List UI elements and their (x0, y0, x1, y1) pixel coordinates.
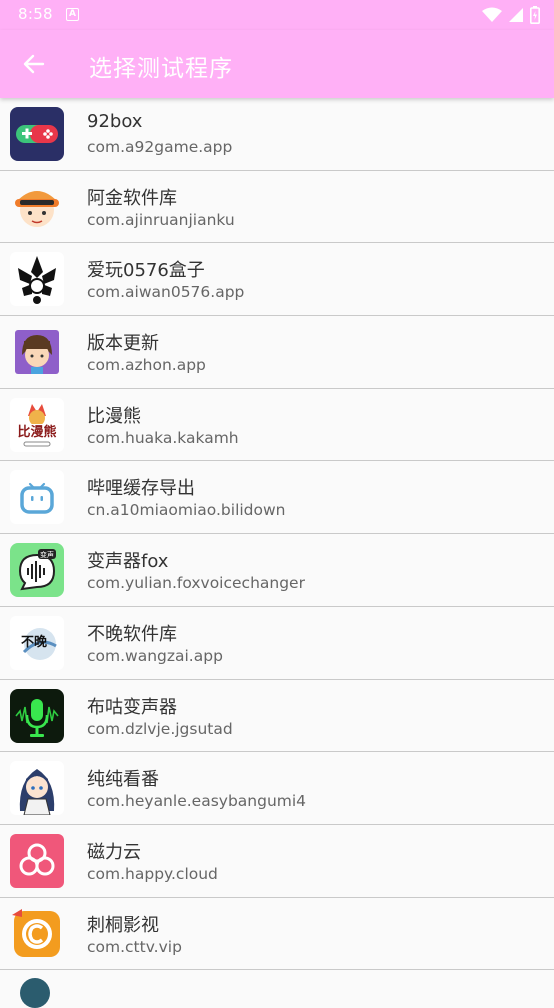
app-list: 92box com.a92game.app 阿金软件库 com.ajinruan… (0, 98, 554, 971)
app-package: com.dzlvje.jgsutad (87, 719, 233, 738)
list-item[interactable]: 阿金软件库 com.ajinruanjianku (0, 171, 554, 244)
app-package: com.wangzai.app (87, 646, 223, 665)
svg-text:比漫熊: 比漫熊 (17, 424, 56, 440)
svg-text:不晚: 不晚 (21, 634, 47, 650)
list-item[interactable]: 变声 变声器fox com.yulian.foxvoicechanger (0, 534, 554, 607)
app-package: com.aiwan0576.app (87, 283, 245, 302)
app-name: 比漫熊 (87, 405, 141, 427)
app-name: 不晚软件库 (87, 623, 177, 645)
voice-bubble-icon: 变声 (10, 543, 64, 598)
app-name: 哔哩缓存导出 (87, 478, 195, 500)
signal-icon (509, 8, 523, 22)
page-title: 选择测试程序 (89, 56, 233, 82)
battery-icon (530, 6, 540, 24)
app-name: 阿金软件库 (87, 187, 177, 209)
status-bar: 8:58 A (0, 0, 554, 30)
status-time: 8:58 (18, 5, 53, 23)
bilibili-tv-icon (10, 470, 64, 525)
app-bar: 选择测试程序 (0, 30, 554, 98)
list-item[interactable]: 爱玩0576盒子 com.aiwan0576.app (0, 243, 554, 317)
app-name: 磁力云 (87, 841, 141, 863)
list-item[interactable]: 刺桐影视 com.cttv.vip (0, 898, 554, 971)
app-package: com.cttv.vip (87, 937, 182, 956)
list-item[interactable]: 哔哩缓存导出 cn.a10miaomiao.bilidown (0, 461, 554, 535)
app-name: 版本更新 (87, 333, 159, 355)
anime-girl-icon (10, 761, 64, 816)
buwan-logo-icon: 不晚 (10, 615, 64, 670)
app-name: 纯纯看番 (87, 769, 159, 791)
app-name: 变声器fox (87, 551, 169, 573)
app-package: com.ajinruanjianku (87, 210, 235, 229)
app-package: cn.a10miaomiao.bilidown (87, 501, 286, 520)
notification-a-icon: A (66, 8, 79, 21)
cartoon-girl-icon (10, 325, 64, 380)
back-arrow-icon[interactable] (20, 50, 48, 78)
list-item[interactable]: 不晚 不晚软件库 com.wangzai.app (0, 607, 554, 680)
app-package: com.azhon.app (87, 356, 206, 375)
cloud-rings-icon (10, 833, 64, 888)
app-package: com.heyanle.easybangumi4 (87, 792, 307, 811)
list-item[interactable]: 版本更新 com.azhon.app (0, 316, 554, 389)
partial-app-icon (20, 978, 50, 1008)
list-item[interactable]: 比漫熊 比漫熊 com.huaka.kakamh (0, 389, 554, 462)
list-item[interactable]: 布咕变声器 com.dzlvje.jgsutad (0, 680, 554, 753)
svg-text:变声: 变声 (40, 550, 54, 559)
app-package: com.happy.cloud (87, 864, 218, 883)
app-package: com.a92game.app (87, 138, 233, 156)
app-name: 布咕变声器 (87, 696, 177, 718)
bimanxiong-logo-icon: 比漫熊 (10, 397, 64, 452)
list-item[interactable]: 92box com.a92game.app (0, 98, 554, 171)
microphone-icon (10, 688, 64, 743)
system-icons (482, 6, 540, 24)
app-package: com.huaka.kakamh (87, 428, 239, 447)
app-name: 92box (87, 111, 143, 132)
wifi-icon (482, 7, 502, 22)
aiwan-logo-icon (10, 252, 64, 307)
list-item[interactable]: 磁力云 com.happy.cloud (0, 825, 554, 898)
gamepad-icon (10, 107, 64, 161)
list-item[interactable]: 纯纯看番 com.heyanle.easybangumi4 (0, 752, 554, 825)
app-package: com.yulian.foxvoicechanger (87, 574, 305, 593)
app-name: 刺桐影视 (87, 914, 159, 936)
cartoon-boy-icon (10, 179, 64, 234)
cttv-logo-icon (10, 906, 64, 961)
app-name: 爱玩0576盒子 (87, 260, 205, 282)
